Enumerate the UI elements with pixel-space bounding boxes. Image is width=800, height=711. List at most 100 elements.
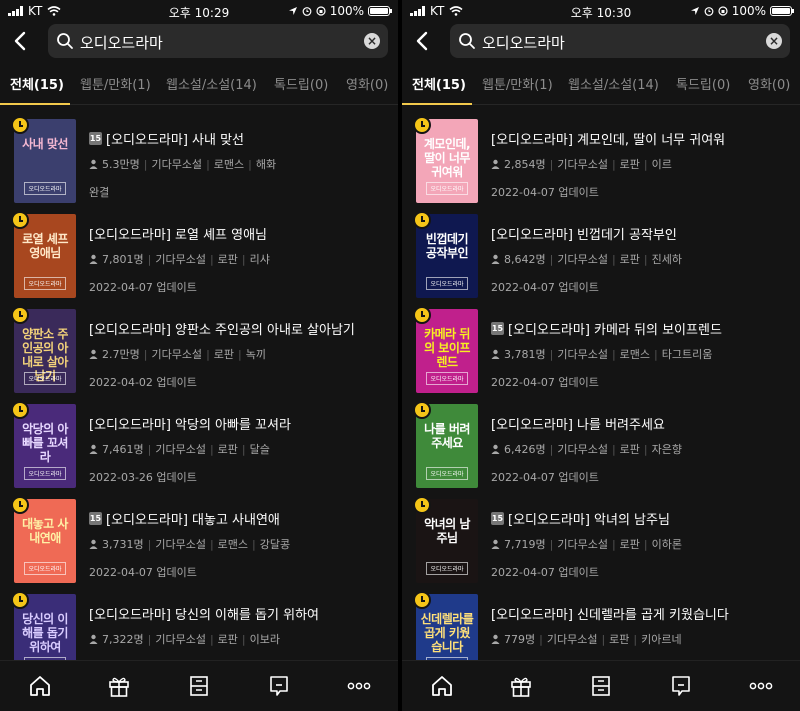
- meta-separator: |: [611, 347, 616, 361]
- list-item[interactable]: 대놓고 사내연애 오디오드라마 15 [오디오드라마] 대놓고 사내연애 3,731명 |…: [0, 485, 398, 583]
- tab-4[interactable]: 영화(0): [748, 74, 790, 93]
- meta-separator: |: [252, 537, 256, 551]
- meta-category: 기다무소설: [155, 253, 206, 266]
- item-meta: 7,719명 | 기다무소설 | 로판 | 이하론: [491, 536, 792, 552]
- wait-free-clock-icon: [413, 211, 431, 229]
- home-icon[interactable]: [429, 675, 455, 697]
- tab-1[interactable]: 웹툰/만화(1): [482, 74, 553, 93]
- gift-icon[interactable]: [106, 675, 132, 697]
- list-item[interactable]: 사내 맞선 오디오드라마 15 [오디오드라마] 사내 맞선 5.3만명 | 기다무소설 | 로…: [0, 105, 398, 203]
- list-item[interactable]: 당신의 이해를 돕기 위하여오디오드라마[오디오드라마] 당신의 이해를 돕기 …: [0, 580, 398, 663]
- tab-2[interactable]: 웹소설/소설(14): [166, 74, 257, 93]
- meta-author: 키아르네: [641, 633, 682, 646]
- item-info: [오디오드라마] 신데렐라를 곱게 키웠습니다 779명 | 기다무소설 | 로판 | 키아르…: [491, 604, 792, 663]
- list-item[interactable]: 계모인데, 딸이 너무 귀여워 오디오드라마 [오디오드라마] 계모인데, 딸이 너…: [402, 105, 800, 203]
- meta-genre: 로맨스: [619, 348, 651, 361]
- item-title[interactable]: [오디오드라마] 악녀의 남주님: [508, 509, 670, 528]
- meta-separator: |: [611, 252, 616, 266]
- tab-4[interactable]: 영화(0): [346, 74, 388, 93]
- result-list: 계모인데, 딸이 너무 귀여워오디오드라마 [오디오드라마] 계모인데, 딸이 너…: [402, 105, 800, 663]
- back-arrow-icon[interactable]: [410, 28, 436, 54]
- filter-tabs: 전체(15) 웹툰/만화(1) 웹소설/소설(14) 톡드립(0) 영화(0): [402, 62, 800, 105]
- tab-2[interactable]: 웹소설/소설(14): [568, 74, 659, 93]
- cover-title: 계모인데, 딸이 너무 귀여워: [423, 137, 471, 179]
- item-title[interactable]: [오디오드라마] 나를 버려주세요: [491, 414, 665, 433]
- list-item[interactable]: 신데렐라를 곱게 키웠습니다오디오드라마[오디오드라마] 신데렐라를 곱게 키웠…: [402, 580, 800, 663]
- item-info: [오디오드라마] 빈껍데기 공작부인 8,642명 | 기다무소설 | 로판 | 진세하 202…: [491, 224, 792, 295]
- meta-separator: |: [147, 442, 152, 456]
- wait-free-clock-icon: [413, 591, 431, 609]
- cover-label: 오디오드라마: [24, 182, 66, 195]
- screen-right: KT 오후 10:30 100% 오디오드라마 × 전체(15) 웹툰/만화(1)…: [402, 0, 800, 711]
- gift-icon[interactable]: [508, 675, 534, 697]
- home-icon[interactable]: [27, 675, 53, 697]
- clear-icon[interactable]: ×: [766, 33, 782, 49]
- meta-genre: 로판: [619, 158, 640, 171]
- meta-separator: |: [143, 347, 148, 361]
- tab-1[interactable]: 웹툰/만화(1): [80, 74, 151, 93]
- item-info: 15 [오디오드라마] 사내 맞선 5.3만명 | 기다무소설 | 로맨스 | 해화 완결: [89, 129, 390, 200]
- tab-3[interactable]: 톡드립(0): [676, 74, 730, 93]
- meta-separator: |: [209, 252, 214, 266]
- list-item[interactable]: 악녀의 남주님 오디오드라마 15 [오디오드라마] 악녀의 남주님 7,719명 | 기다…: [402, 485, 800, 583]
- drawer-icon[interactable]: [186, 675, 212, 697]
- item-title[interactable]: [오디오드라마] 당신의 이해를 돕기 위하여: [89, 604, 319, 623]
- list-item[interactable]: 카메라 뒤의 보이프렌드 오디오드라마 15 [오디오드라마] 카메라 뒤의 보이프렌…: [402, 295, 800, 393]
- item-status: 2022-04-07 업데이트: [491, 281, 599, 294]
- person-icon: [491, 254, 500, 264]
- item-title[interactable]: [오디오드라마] 로열 셰프 영애님: [89, 224, 267, 243]
- meta-separator: |: [549, 442, 554, 456]
- item-title[interactable]: [오디오드라마] 사내 맞선: [106, 129, 244, 148]
- meta-views: 8,642명: [504, 253, 546, 266]
- meta-author: 이보라: [249, 633, 281, 646]
- more-icon[interactable]: [346, 675, 372, 697]
- item-title[interactable]: [오디오드라마] 신데렐라를 곱게 키웠습니다: [491, 604, 729, 623]
- item-title[interactable]: [오디오드라마] 악당의 아빠를 꼬셔라: [89, 414, 291, 433]
- item-info: [오디오드라마] 로열 셰프 영애님 7,801명 | 기다무소설 | 로판 | 리샤 2022…: [89, 224, 390, 295]
- meta-category: 기다무소설: [557, 253, 608, 266]
- item-title[interactable]: [오디오드라마] 대놓고 사내연애: [106, 509, 280, 528]
- tab-0[interactable]: 전체(15): [412, 74, 466, 93]
- meta-separator: |: [611, 157, 616, 171]
- list-item[interactable]: 악당의 아빠를 꼬셔라 오디오드라마 [오디오드라마] 악당의 아빠를 꼬셔라 7,4…: [0, 390, 398, 488]
- item-info: 15 [오디오드라마] 대놓고 사내연애 3,731명 | 기다무소설 | 로맨스 | 강달콩 2…: [89, 509, 390, 580]
- item-status: 2022-03-26 업데이트: [89, 471, 197, 484]
- search-input[interactable]: 오디오드라마 ×: [48, 24, 388, 58]
- clear-icon[interactable]: ×: [364, 33, 380, 49]
- cover-label: 오디오드라마: [24, 562, 66, 575]
- tab-3[interactable]: 톡드립(0): [274, 74, 328, 93]
- search-input[interactable]: 오디오드라마 ×: [450, 24, 790, 58]
- chat-icon[interactable]: [668, 675, 694, 697]
- list-item[interactable]: 로열 셰프 영애님 오디오드라마 [오디오드라마] 로열 셰프 영애님 7,801명 |…: [0, 200, 398, 298]
- item-title-row: [오디오드라마] 악당의 아빠를 꼬셔라: [89, 414, 390, 433]
- meta-separator: |: [241, 252, 246, 266]
- tab-0[interactable]: 전체(15): [10, 74, 64, 93]
- back-arrow-icon[interactable]: [8, 28, 34, 54]
- item-title-row: 15 [오디오드라마] 악녀의 남주님: [491, 509, 792, 528]
- item-title-row: [오디오드라마] 나를 버려주세요: [491, 414, 792, 433]
- wait-free-clock-icon: [11, 591, 29, 609]
- drawer-icon[interactable]: [588, 675, 614, 697]
- meta-separator: |: [633, 632, 638, 646]
- item-title[interactable]: [오디오드라마] 양판소 주인공의 아내로 살아남기: [89, 319, 355, 338]
- cover-label: 오디오드라마: [426, 372, 468, 385]
- meta-separator: |: [539, 632, 543, 646]
- meta-views: 6,426명: [504, 443, 546, 456]
- cover-label: 오디오드라마: [24, 467, 66, 480]
- item-title[interactable]: [오디오드라마] 빈껍데기 공작부인: [491, 224, 677, 243]
- meta-views: 3,781명: [504, 348, 546, 361]
- list-item[interactable]: 빈껍데기 공작부인 오디오드라마 [오디오드라마] 빈껍데기 공작부인 8,642명 |…: [402, 200, 800, 298]
- meta-category: 기다무소설: [557, 538, 608, 551]
- meta-category: 기다무소설: [557, 348, 608, 361]
- filter-tabs: 전체(15) 웹툰/만화(1) 웹소설/소설(14) 톡드립(0) 영화(0): [0, 62, 398, 105]
- item-title-row: [오디오드라마] 빈껍데기 공작부인: [491, 224, 792, 243]
- list-item[interactable]: 나를 버려주세요 오디오드라마 [오디오드라마] 나를 버려주세요 6,426명 | 기다…: [402, 390, 800, 488]
- item-title-row: 15 [오디오드라마] 카메라 뒤의 보이프렌드: [491, 319, 792, 338]
- meta-author: 진세하: [651, 253, 683, 266]
- meta-genre: 로판: [217, 633, 238, 646]
- chat-icon[interactable]: [266, 675, 292, 697]
- list-item[interactable]: 양판소 주인공의 아내로 살아남기 오디오드라마 [오디오드라마] 양판소 주인공의…: [0, 295, 398, 393]
- item-title[interactable]: [오디오드라마] 계모인데, 딸이 너무 귀여워: [491, 129, 725, 148]
- item-title[interactable]: [오디오드라마] 카메라 뒤의 보이프렌드: [508, 319, 722, 338]
- more-icon[interactable]: [748, 675, 774, 697]
